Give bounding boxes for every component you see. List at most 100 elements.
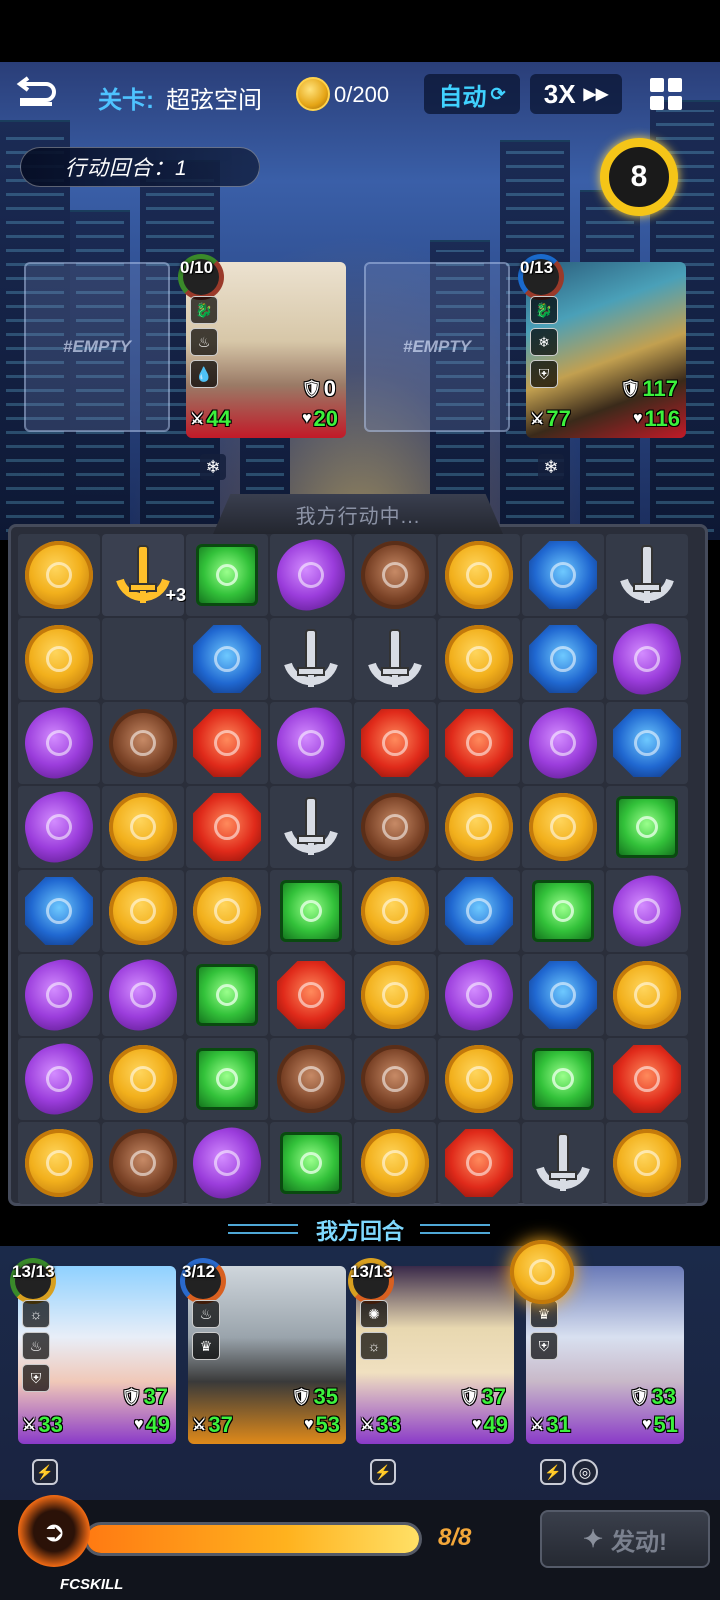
- board-cell[interactable]: [102, 618, 184, 700]
- board-cell[interactable]: [522, 954, 604, 1036]
- menu-button[interactable]: [646, 74, 686, 114]
- activate-skill-button[interactable]: ✦ 发动!: [540, 1510, 710, 1568]
- board-cell[interactable]: [354, 1038, 436, 1120]
- board-cell[interactable]: [438, 618, 520, 700]
- board-cell[interactable]: [17, 785, 101, 869]
- party-4-secondary-skill-icon[interactable]: ◎: [572, 1459, 598, 1485]
- fcskill-badge-icon[interactable]: ➲: [18, 1495, 90, 1567]
- party-1-active-skill-icon[interactable]: ⚡: [32, 1459, 58, 1485]
- board-cell[interactable]: [269, 533, 353, 617]
- board-cell[interactable]: [18, 534, 100, 616]
- board-cell[interactable]: [522, 534, 604, 616]
- board-cell[interactable]: [606, 534, 688, 616]
- purple-gem-icon: [17, 953, 101, 1037]
- auto-battle-button[interactable]: 自动 ⟳: [424, 74, 520, 114]
- enemy-attack: ⚔ 44: [190, 406, 231, 431]
- yellow-gem-icon: [361, 961, 429, 1029]
- board-cell[interactable]: [354, 786, 436, 868]
- board-cell[interactable]: [606, 1122, 688, 1204]
- board-cell[interactable]: [186, 618, 268, 700]
- party-hp: ♥ 51: [642, 1412, 678, 1437]
- board-cell[interactable]: [186, 534, 268, 616]
- board-cell[interactable]: [18, 870, 100, 952]
- board-cell[interactable]: [270, 1122, 352, 1204]
- board-cell[interactable]: [102, 702, 184, 784]
- board-cell[interactable]: [606, 1038, 688, 1120]
- board-cell[interactable]: [101, 953, 185, 1037]
- sword-gem-icon: [276, 792, 346, 862]
- board-cell[interactable]: [354, 1122, 436, 1204]
- shield-icon: 🛡: [620, 381, 641, 398]
- heart-icon: ♥: [472, 1416, 482, 1433]
- board-cell[interactable]: [102, 786, 184, 868]
- board-cell[interactable]: [186, 954, 268, 1036]
- board-cell[interactable]: [102, 1122, 184, 1204]
- board-cell[interactable]: [522, 786, 604, 868]
- board-cell[interactable]: [438, 870, 520, 952]
- board-cell[interactable]: [186, 786, 268, 868]
- board-cell[interactable]: [438, 534, 520, 616]
- board-cell[interactable]: [521, 701, 605, 785]
- party-4-active-skill-icon[interactable]: ⚡: [540, 1459, 566, 1485]
- purple-gem-icon: [605, 617, 689, 701]
- enemy-slot-empty-1: #EMPTY: [24, 262, 170, 432]
- board-cell[interactable]: [606, 702, 688, 784]
- back-button[interactable]: [14, 76, 58, 112]
- board-cell[interactable]: [270, 870, 352, 952]
- board-cell[interactable]: [606, 954, 688, 1036]
- board-cell[interactable]: [354, 618, 436, 700]
- board-cell[interactable]: [270, 786, 352, 868]
- yellow-gem-icon: [445, 793, 513, 861]
- heart-icon: ♥: [633, 410, 643, 427]
- fcskill-count: 8/8: [438, 1524, 472, 1551]
- party-card-3[interactable]: 13/13 ✺ ☼ 🛡 37 ⚔ 33 ♥ 49: [348, 1258, 514, 1444]
- skill-icon: ✺: [360, 1300, 388, 1328]
- board-cell[interactable]: [438, 1038, 520, 1120]
- green-gem-icon: [196, 1048, 258, 1110]
- party-attack: ⚔ 33: [360, 1412, 401, 1437]
- enemy-card-2[interactable]: 0/13 🐉 ❄ ⛨ 🛡 117 ⚔ 77 ♥ 116: [518, 254, 686, 438]
- board-cell[interactable]: [186, 702, 268, 784]
- board-cell[interactable]: [269, 701, 353, 785]
- speed-button[interactable]: 3X ▶▶: [530, 74, 622, 114]
- board-cell[interactable]: [186, 870, 268, 952]
- board-cell[interactable]: [605, 617, 689, 701]
- swirl-icon: ➲: [42, 1515, 66, 1547]
- board-cell[interactable]: [354, 534, 436, 616]
- board-cell[interactable]: [522, 618, 604, 700]
- board-cell[interactable]: [270, 1038, 352, 1120]
- board-cell[interactable]: [354, 870, 436, 952]
- board-cell[interactable]: [522, 1122, 604, 1204]
- party-3-active-skill-icon[interactable]: ⚡: [370, 1459, 396, 1485]
- board-cell[interactable]: [438, 1122, 520, 1204]
- board-cell[interactable]: [437, 953, 521, 1037]
- board-cell[interactable]: +3: [102, 534, 186, 616]
- board-cell[interactable]: [270, 618, 352, 700]
- enemy-card-1[interactable]: 0/10 🐉 ♨ 💧 🛡 0 ⚔ 44 ♥ 20: [178, 254, 346, 438]
- board-cell[interactable]: [185, 1121, 269, 1205]
- board-cell[interactable]: [522, 1038, 604, 1120]
- board-cell[interactable]: [17, 953, 101, 1037]
- board-cell[interactable]: [354, 954, 436, 1036]
- board-cell[interactable]: [186, 1038, 268, 1120]
- board-cell[interactable]: [18, 618, 100, 700]
- board-cell[interactable]: [17, 701, 101, 785]
- board-cell[interactable]: [438, 786, 520, 868]
- board-cell[interactable]: [438, 702, 520, 784]
- board-cell[interactable]: [270, 954, 352, 1036]
- board-cell[interactable]: [354, 702, 436, 784]
- board-cell[interactable]: [17, 1037, 101, 1121]
- fcskill-progress-fill: [87, 1525, 419, 1553]
- drop-bonus-label: +3: [165, 585, 186, 605]
- shield-skill-icon: ⛨: [530, 360, 558, 388]
- skill-icon: ♛: [530, 1300, 558, 1328]
- board-cell[interactable]: [606, 786, 688, 868]
- board-cell[interactable]: [522, 870, 604, 952]
- board-cell[interactable]: [605, 869, 689, 953]
- party-card-1[interactable]: 13/13 ☼ ♨ ⛨ 🛡 37 ⚔ 33 ♥ 49: [10, 1258, 176, 1444]
- board-cell[interactable]: [102, 870, 184, 952]
- party-card-2[interactable]: 3/12 ♨ ♛ 🛡 35 ⚔ 37 ♥ 53: [180, 1258, 346, 1444]
- board-cell[interactable]: [102, 1038, 184, 1120]
- board-cell[interactable]: [18, 1122, 100, 1204]
- green-gem-icon: [532, 1048, 594, 1110]
